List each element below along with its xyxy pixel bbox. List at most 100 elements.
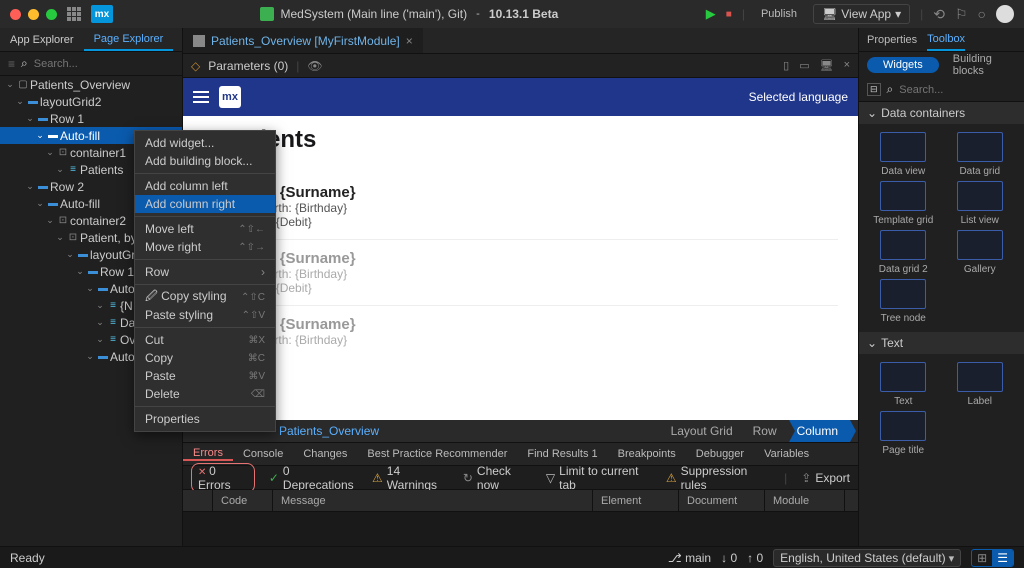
bottom-tab[interactable]: Breakpoints (608, 448, 686, 460)
widget-template-grid[interactable]: Template grid (867, 181, 940, 226)
publish-button[interactable]: Publish (755, 6, 803, 22)
language-select[interactable]: English, United States (default) ▾ (773, 549, 961, 567)
table-column-header[interactable]: Code (213, 490, 273, 511)
context-menu-item[interactable]: Copy⌘C (135, 349, 275, 367)
device-desktop-icon[interactable]: 🖥 (820, 59, 834, 72)
collapse-icon[interactable]: ⊟ (867, 83, 881, 96)
table-column-header[interactable]: Document (679, 490, 765, 511)
device-tablet-icon[interactable]: ▭ (799, 59, 809, 72)
close-panel-icon[interactable]: × (844, 59, 850, 72)
context-menu-item[interactable]: Row› (135, 263, 275, 281)
table-column-header[interactable]: Module (765, 490, 845, 511)
bottom-tab[interactable]: Best Practice Recommender (357, 448, 517, 460)
widget-text[interactable]: Text (867, 362, 940, 407)
context-menu-item: Move left⌃⇧← (135, 220, 275, 238)
filter-icon[interactable]: ≡ (8, 57, 15, 71)
breadcrumb-seg[interactable]: Layout Grid (663, 420, 745, 442)
errors-badge[interactable]: ✕ 0 Errors (191, 463, 255, 493)
outgoing-changes[interactable]: ↑ 0 (747, 551, 763, 565)
tab-page-explorer[interactable]: Page Explorer (84, 28, 174, 51)
parameters-label[interactable]: Parameters (0) (208, 59, 288, 73)
tree-item[interactable]: ⌄▬ layoutGrid2 (0, 93, 182, 110)
search-icon: ⌕ (887, 82, 894, 97)
breadcrumb-root[interactable]: Patients_Overview (271, 420, 391, 442)
tab-toolbox[interactable]: Toolbox (927, 28, 965, 51)
bottom-tab[interactable]: Changes (293, 448, 357, 460)
export-button[interactable]: ⇪ Export (801, 471, 850, 485)
patient-card[interactable]: {Name} {Surname} Date of birth: {Birthda… (223, 240, 838, 306)
context-menu-item[interactable]: Add column right (135, 195, 275, 213)
search-icon: ⌕ (21, 56, 28, 71)
toolbox-search-input[interactable] (899, 84, 1024, 96)
view-app-button[interactable]: 🖥 View App ▾ (813, 4, 910, 24)
bottom-tab[interactable]: Errors (183, 447, 233, 461)
bottom-tab[interactable]: Find Results 1 (517, 448, 607, 460)
check-now-button[interactable]: ↻ Check now (463, 464, 532, 492)
blocks-mode-button[interactable]: Building blocks (945, 51, 1016, 79)
editor-tab[interactable]: Patients_Overview [MyFirstModule] × (183, 28, 423, 53)
limit-tab-button[interactable]: ▽ Limit to current tab (546, 464, 652, 492)
widget-gallery[interactable]: Gallery (944, 230, 1017, 275)
widget-tree-node[interactable]: Tree node (867, 279, 940, 324)
breadcrumb-seg[interactable]: Column (789, 420, 850, 442)
context-menu-item[interactable]: 🖉 Copy styling⌃⇧C (135, 288, 275, 306)
table-column-header[interactable] (183, 490, 213, 511)
tab-app-explorer[interactable]: App Explorer (0, 28, 84, 51)
close-tab-icon[interactable]: × (406, 34, 413, 48)
sidebar-search-input[interactable] (34, 58, 176, 70)
bottom-tab[interactable]: Debugger (686, 448, 754, 460)
tree-item[interactable]: ⌄▬ Row 1 (0, 110, 182, 127)
context-menu-item[interactable]: Delete⌫ (135, 385, 275, 403)
context-menu-item[interactable]: Add widget... (135, 134, 275, 152)
patient-card[interactable]: {Name} {Surname} Date of birth: {Birthda… (223, 174, 838, 240)
apps-grid-icon[interactable] (67, 7, 81, 21)
widget-data-grid[interactable]: Data grid (944, 132, 1017, 177)
bottom-tab[interactable]: Variables (754, 448, 819, 460)
feedback-icon[interactable]: ⚐ (955, 6, 968, 23)
design-canvas[interactable]: mx Selected language Patients {Name} {Su… (183, 78, 858, 420)
widget-page-title[interactable]: Page title (867, 411, 940, 456)
incoming-changes[interactable]: ↓ 0 (721, 551, 737, 565)
context-menu-item: Move right⌃⇧→ (135, 238, 275, 256)
save-icon[interactable] (260, 7, 274, 21)
context-menu-item: Paste⌘V (135, 367, 275, 385)
breadcrumb-seg[interactable]: Row (745, 420, 789, 442)
tab-properties[interactable]: Properties (867, 28, 917, 51)
language-selector[interactable]: Selected language (749, 90, 848, 104)
section-data-containers[interactable]: ⌄ Data containers (859, 102, 1024, 124)
warnings[interactable]: ⚠ 14 Warnings (372, 464, 449, 492)
widget-data-view[interactable]: Data view (867, 132, 940, 177)
context-menu-item[interactable]: Add column left (135, 177, 275, 195)
traffic-lights[interactable] (10, 9, 57, 20)
device-phone-icon[interactable]: ▯ (783, 59, 789, 72)
table-column-header[interactable]: Element (593, 490, 679, 511)
widget-list-view[interactable]: List view (944, 181, 1017, 226)
minimize-window-icon[interactable] (28, 9, 39, 20)
suppression-button[interactable]: ⚠ Suppression rules (666, 464, 770, 492)
widget-label[interactable]: Label (944, 362, 1017, 407)
context-menu-item[interactable]: Properties (135, 410, 275, 428)
maximize-window-icon[interactable] (46, 9, 57, 20)
hamburger-icon[interactable] (193, 91, 209, 103)
context-menu-item[interactable]: Cut⌘X (135, 331, 275, 349)
patient-card[interactable]: {Name} {Surname} Date of birth: {Birthda… (223, 306, 838, 357)
branch-indicator[interactable]: ⎇ main (668, 551, 711, 565)
tree-item-root[interactable]: ⌄▢ Patients_Overview (0, 76, 182, 93)
close-window-icon[interactable] (10, 9, 21, 20)
context-menu-item[interactable]: Add building block... (135, 152, 275, 170)
run-button[interactable]: ▶ (706, 6, 716, 22)
view-mode-toggle[interactable]: ⊞☰ (971, 549, 1014, 567)
widgets-mode-button[interactable]: Widgets (867, 57, 939, 73)
table-column-header[interactable]: Message (273, 490, 593, 511)
stop-button[interactable]: ■ (726, 9, 732, 20)
deprecations[interactable]: ✓ 0 Deprecations (269, 464, 358, 492)
context-menu[interactable]: Add widget...Add building block... Add co… (134, 130, 276, 432)
visibility-icon[interactable]: 👁 (307, 59, 322, 73)
notifications-icon[interactable]: ○ (978, 6, 986, 22)
widget-data-grid-2[interactable]: Data grid 2 (867, 230, 940, 275)
right-panel: Properties Toolbox Widgets Building bloc… (858, 28, 1024, 546)
bottom-tab[interactable]: Console (233, 448, 293, 460)
section-text[interactable]: ⌄ Text (859, 332, 1024, 354)
user-avatar-icon[interactable] (996, 5, 1014, 23)
sync-icon[interactable]: ⟲ (933, 6, 945, 23)
